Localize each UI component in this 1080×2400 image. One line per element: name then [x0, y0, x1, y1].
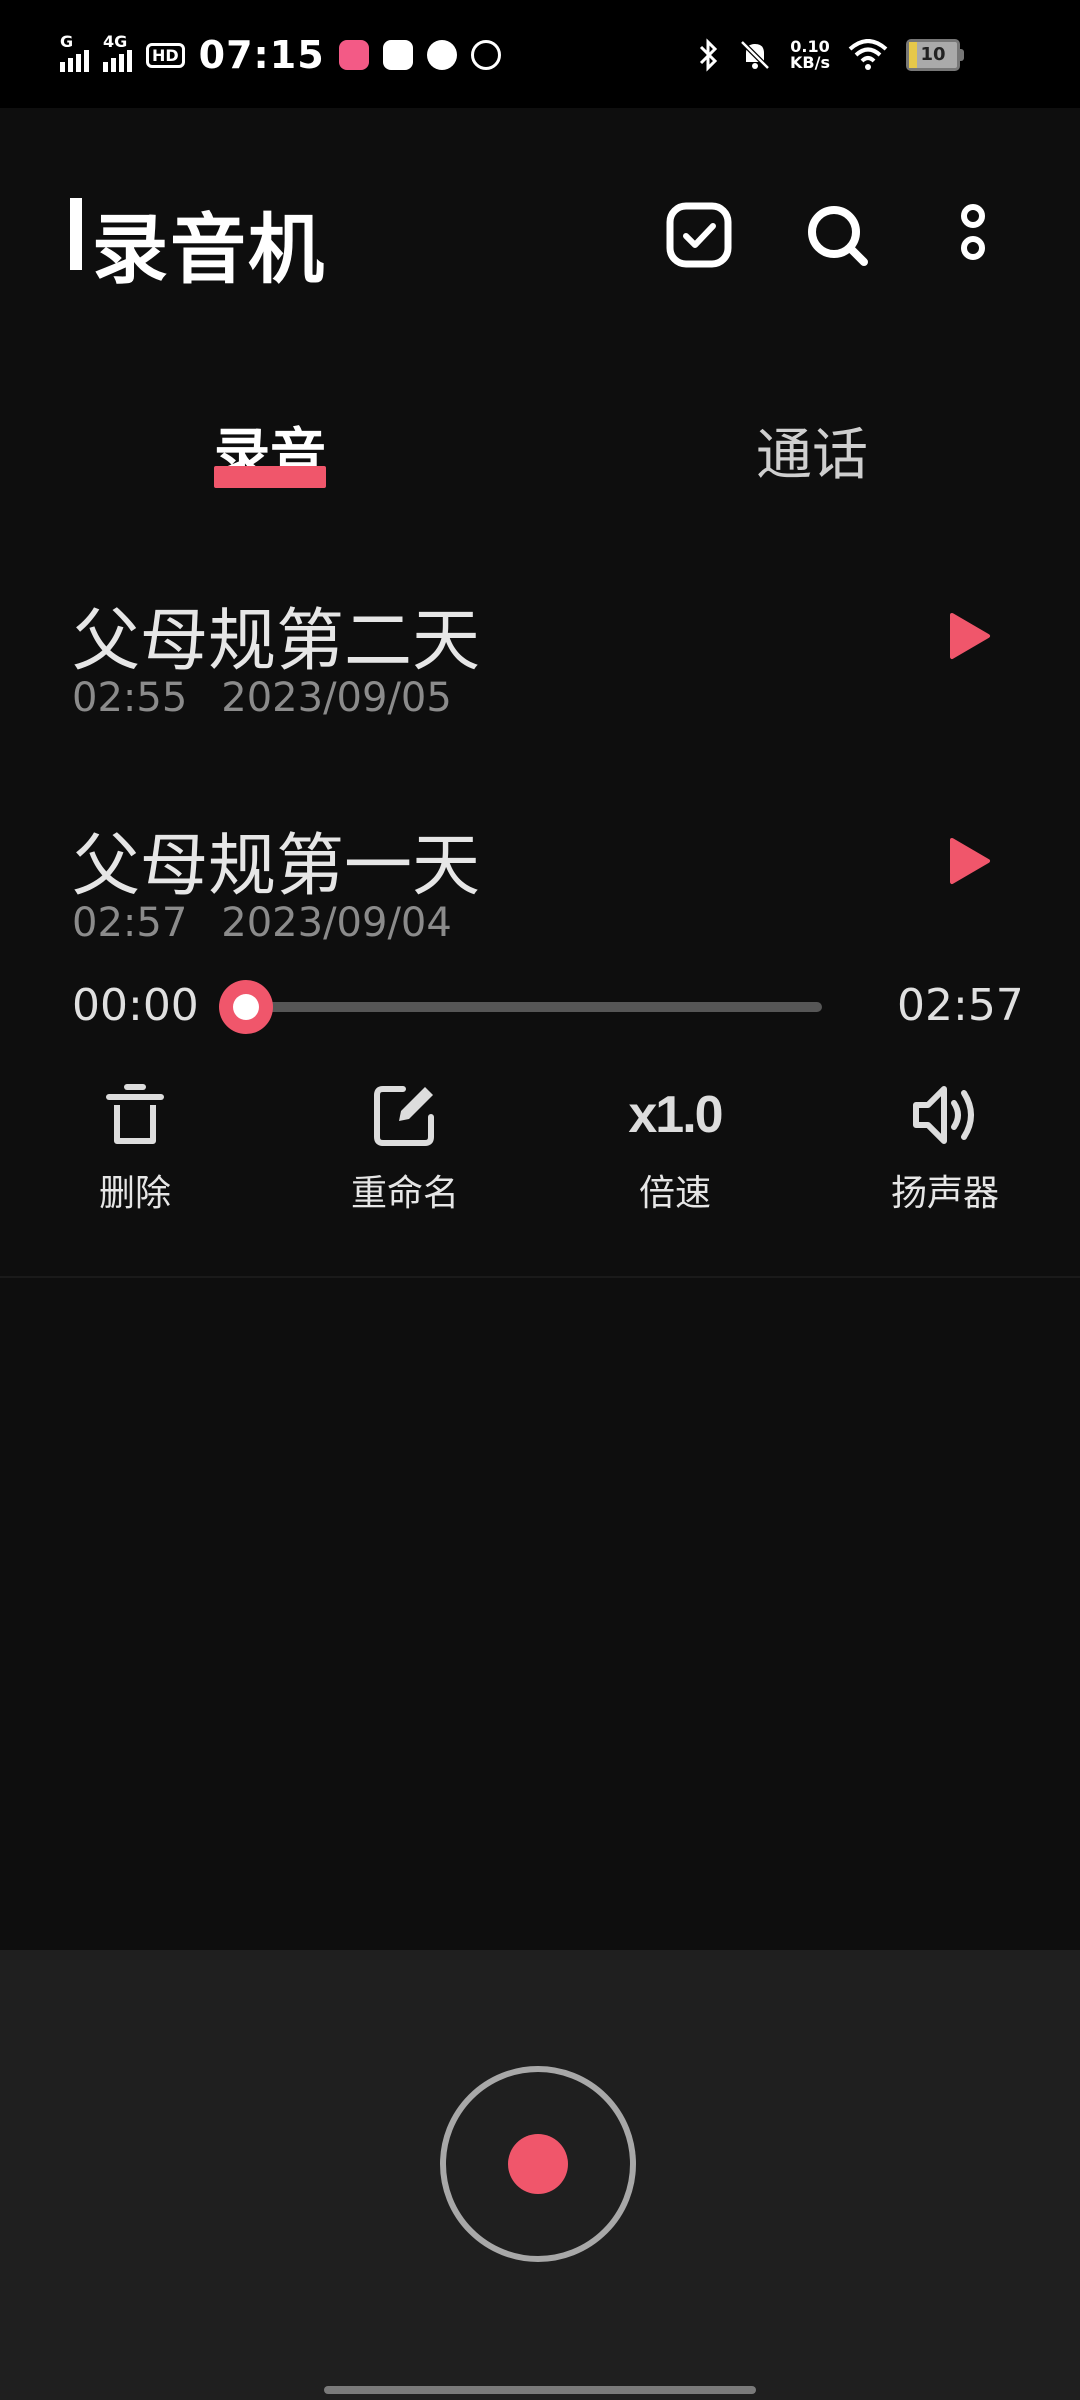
speed-label: 倍速	[638, 1173, 711, 1214]
recording-date: 2023/09/05	[221, 675, 452, 721]
home-indicator[interactable]	[324, 2386, 756, 2394]
tab-bar: 录音 通话	[0, 390, 1080, 500]
record-button[interactable]	[440, 2066, 636, 2262]
status-bar: G 4G HD 07:15 0.10 KB/s 10	[0, 0, 1080, 108]
delete-button[interactable]: 删除	[35, 1080, 235, 1216]
active-tab-indicator	[214, 466, 326, 488]
list-item[interactable]: 父母规第一天 02:57 2023/09/04	[0, 800, 1080, 960]
current-time: 00:00	[72, 980, 199, 1031]
status-right: 0.10 KB/s 10	[698, 30, 1080, 80]
section-divider	[0, 1276, 1080, 1278]
leaf-app-icon	[470, 40, 501, 70]
speed-button[interactable]: x1.0 倍速	[575, 1080, 775, 1216]
action-bar: 删除 重命名 x1.0 倍速 扬声器	[0, 1080, 1080, 1220]
net-speed: 0.10 KB/s	[790, 39, 830, 71]
list-item[interactable]: 父母规第二天 02:55 2023/09/05	[0, 575, 1080, 735]
speaker-icon	[913, 1086, 974, 1144]
signal-strength-2: 4G	[103, 32, 132, 72]
tab-calls[interactable]: 通话	[756, 410, 868, 491]
record-panel	[0, 1950, 1080, 2400]
youku-app-icon	[382, 40, 413, 70]
recording-duration: 02:57	[72, 900, 188, 946]
recording-meta: 02:57 2023/09/04	[72, 900, 486, 946]
bluetooth-icon	[699, 38, 718, 72]
play-icon[interactable]	[944, 611, 994, 661]
recording-date: 2023/09/04	[221, 900, 452, 946]
trash-icon	[106, 1084, 164, 1144]
recording-meta: 02:55 2023/09/05	[72, 675, 486, 721]
wechat-icon	[426, 40, 457, 70]
search-icon[interactable]	[802, 200, 872, 270]
status-time: 07:15	[198, 33, 325, 77]
speaker-label: 扬声器	[890, 1173, 999, 1214]
progress-thumb[interactable]	[219, 980, 273, 1034]
record-icon	[508, 2134, 568, 2194]
mute-bell-icon	[740, 40, 770, 70]
total-time: 02:57	[897, 980, 1024, 1031]
signal-1-label: G	[60, 32, 74, 51]
app-header: 录音机	[0, 108, 1080, 358]
signal-2-label: 4G	[103, 32, 128, 51]
page-title: 录音机	[92, 205, 326, 294]
music-app-icon	[338, 40, 369, 70]
speaker-button[interactable]: 扬声器	[845, 1080, 1045, 1216]
more-options-icon[interactable]	[938, 200, 1008, 270]
title-accent-bar	[70, 198, 82, 270]
status-left: G 4G HD 07:15	[60, 30, 501, 80]
wifi-icon	[848, 39, 888, 70]
net-speed-unit: KB/s	[790, 53, 830, 72]
recording-duration: 02:55	[72, 675, 188, 721]
edit-icon	[374, 1086, 434, 1146]
speed-icon: x1.0	[575, 1080, 775, 1150]
delete-label: 删除	[98, 1173, 171, 1214]
battery-icon: 10	[906, 39, 964, 71]
recording-title: 父母规第一天	[72, 827, 481, 906]
hd-voice-icon: HD	[146, 42, 185, 68]
rename-button[interactable]: 重命名	[305, 1080, 505, 1216]
speed-value: x1.0	[628, 1086, 723, 1144]
select-checkbox-icon[interactable]	[664, 200, 734, 270]
play-icon[interactable]	[944, 836, 994, 886]
rename-label: 重命名	[350, 1173, 459, 1214]
signal-strength-1: G	[60, 32, 89, 72]
recording-title: 父母规第二天	[72, 602, 481, 681]
battery-level: 10	[920, 44, 946, 65]
progress-track[interactable]	[246, 1002, 822, 1012]
